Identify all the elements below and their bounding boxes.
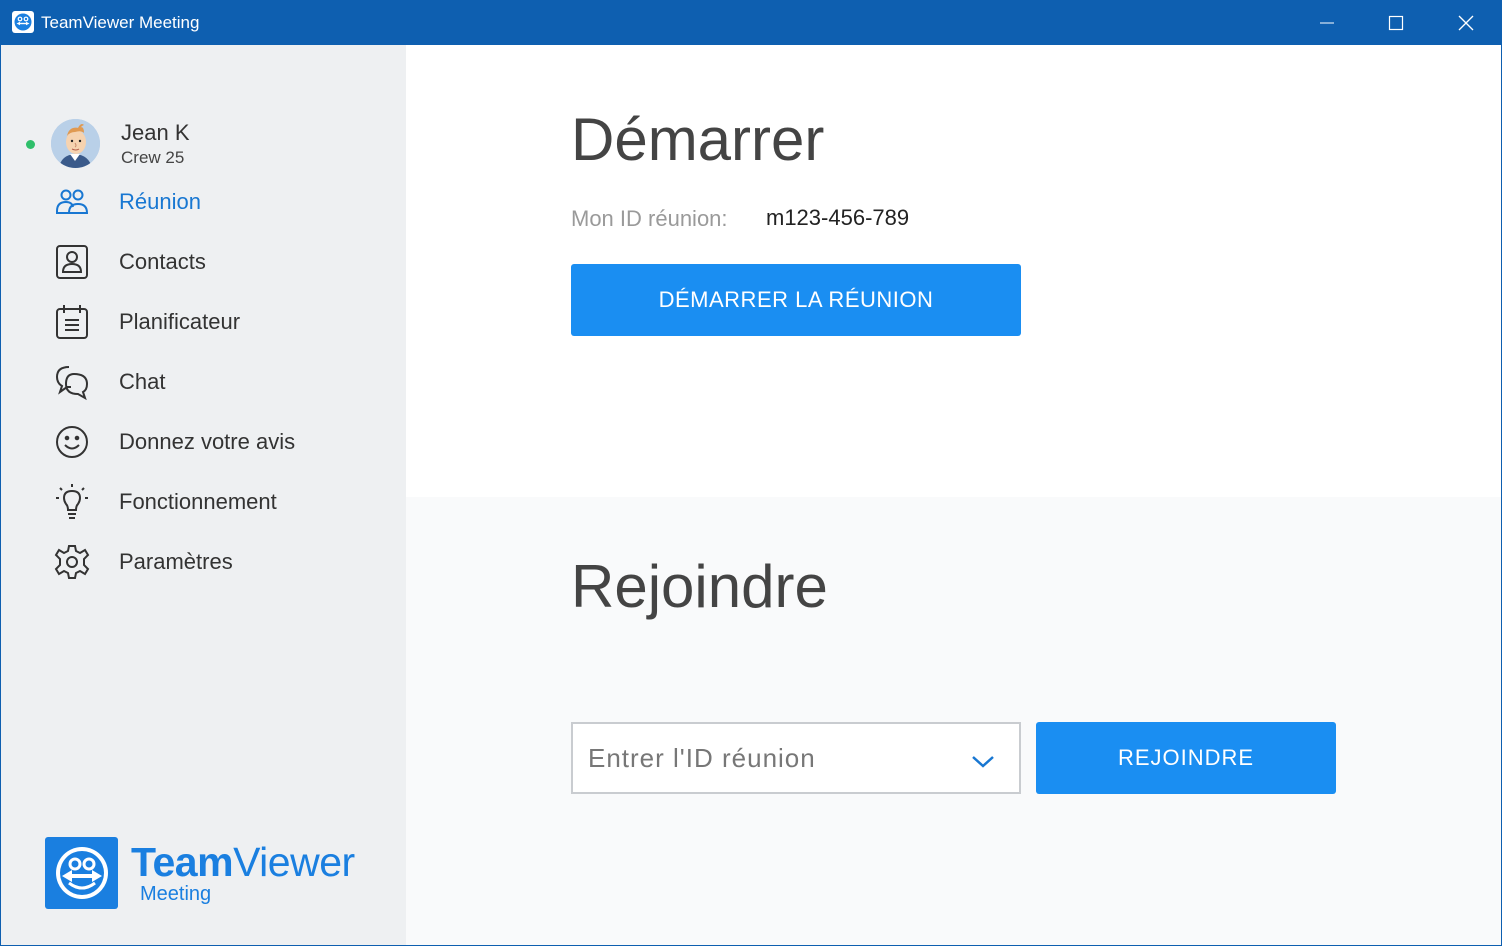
sidebar-item-label: Contacts [119,249,206,274]
smiley-icon [53,423,91,461]
chevron-down-icon[interactable] [968,746,998,776]
contact-card-icon [53,243,91,281]
meeting-id-label: Mon ID réunion: [571,206,728,231]
sidebar-item-label: Chat [119,369,166,394]
teamviewer-brand: TeamViewer Meeting [45,837,375,909]
window-title: TeamViewer Meeting [41,13,200,32]
sidebar-item-contacts[interactable]: Contacts [53,240,383,284]
minimize-button[interactable] [1293,0,1361,45]
start-heading: Démarrer [571,106,825,173]
join-heading: Rejoindre [571,553,828,620]
app-window: Jean K Crew 25 Réunion Contacts Planific… [1,45,1501,945]
people-icon [53,183,91,221]
maximize-icon [1388,15,1404,30]
user-subtitle: Crew 25 [121,148,185,167]
sidebar: Jean K Crew 25 Réunion Contacts Planific… [1,45,406,945]
sidebar-item-label: Fonctionnement [119,489,277,514]
sidebar-item-parametres[interactable]: Paramètres [53,540,383,584]
close-icon [1458,15,1474,30]
sidebar-item-label: Donnez votre avis [119,429,296,454]
avatar[interactable] [51,119,100,168]
chat-bubbles-icon [53,363,91,401]
brand-name-bold: Team [131,839,234,885]
sidebar-item-avis[interactable]: Donnez votre avis [53,420,383,464]
sidebar-item-label: Paramètres [119,549,233,574]
sidebar-item-chat[interactable]: Chat [53,360,383,404]
avatar-image [51,119,100,168]
title-bar: TeamViewer Meeting [0,0,1502,45]
minimize-icon [1320,22,1334,23]
maximize-button[interactable] [1362,0,1430,45]
brand-name: TeamViewer [131,839,355,886]
online-status-dot [26,140,35,149]
sidebar-item-fonctionnement[interactable]: Fonctionnement [53,480,383,524]
join-section: Rejoindre REJOINDRE [406,497,1501,945]
sidebar-item-label: Planificateur [119,309,241,334]
sidebar-item-label: Réunion [119,189,201,214]
calendar-icon [53,303,91,341]
lightbulb-icon [53,483,91,521]
brand-name-regular: Viewer [233,839,355,885]
join-button[interactable]: REJOINDRE [1036,722,1336,794]
user-name: Jean K [121,120,190,145]
start-meeting-button[interactable]: DÉMARRER LA RÉUNION [571,264,1021,336]
teamviewer-logo-icon [45,837,118,909]
meeting-id-value: m123-456-789 [766,205,910,230]
meeting-id-combobox [571,722,1021,794]
start-section: Démarrer Mon ID réunion: m123-456-789 DÉ… [406,45,1501,497]
main-content: Démarrer Mon ID réunion: m123-456-789 DÉ… [406,45,1501,945]
close-button[interactable] [1432,0,1500,45]
sidebar-item-reunion[interactable]: Réunion [53,180,383,224]
gear-icon [53,543,91,581]
meeting-id-input[interactable] [588,724,948,792]
brand-product: Meeting [140,883,212,905]
sidebar-item-planificateur[interactable]: Planificateur [53,300,383,344]
teamviewer-app-icon [12,11,34,33]
